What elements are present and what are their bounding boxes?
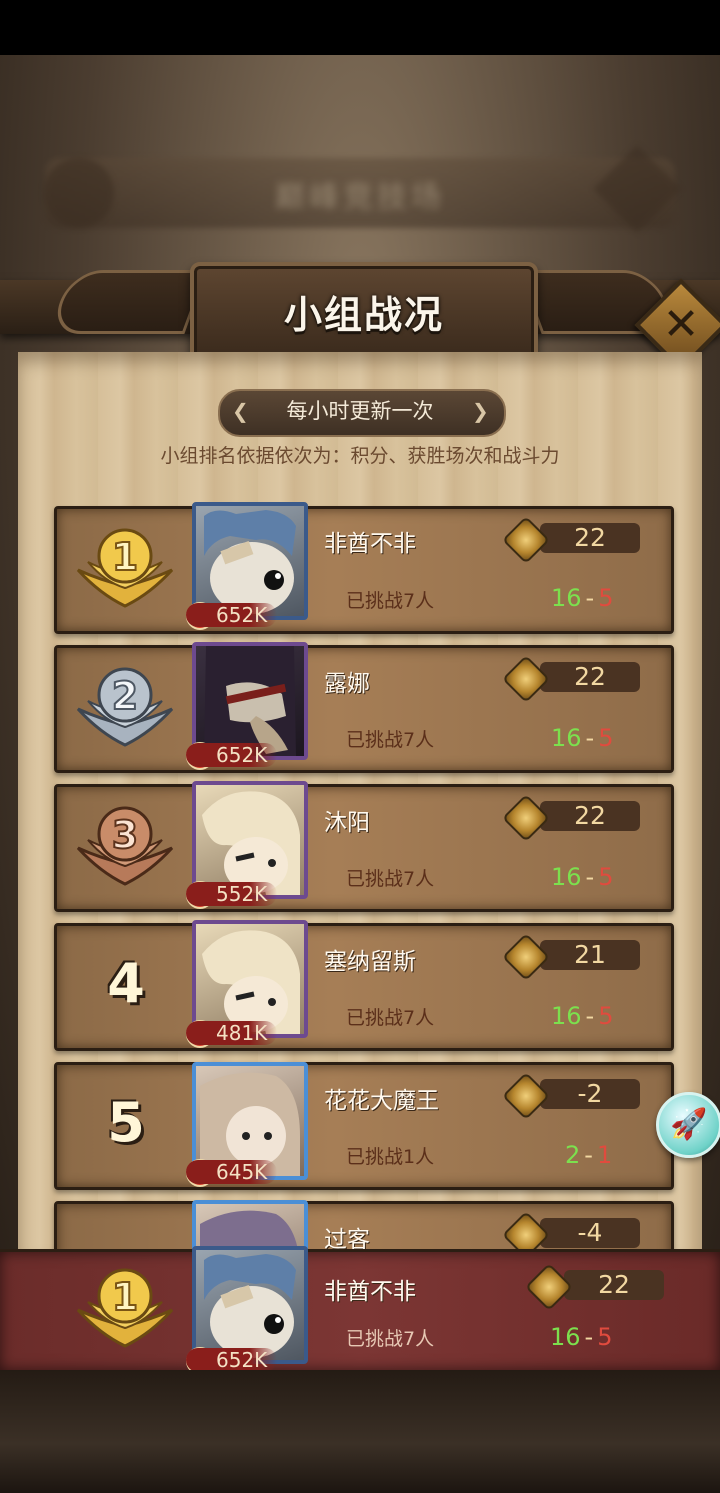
masked-knight-avatar [204, 510, 296, 614]
challenged-count: 已挑战7人 [346, 729, 435, 751]
rank-number: 4 [107, 952, 145, 1015]
background-title: 巅峰竞技场 [275, 180, 445, 215]
losses-value: 5 [597, 1323, 613, 1351]
win-loss-record: 16-5 [551, 724, 614, 752]
player-name: 沐阳 [324, 810, 370, 836]
ranking-rule-text: 小组排名依据依次为：积分、获胜场次和战斗力 [160, 445, 560, 467]
svg-text:1: 1 [112, 1275, 138, 1319]
challenged-count: 已挑战1人 [346, 1146, 435, 1168]
score-value: 22 [540, 523, 640, 553]
wins-value: 16 [550, 1323, 581, 1351]
masked-knight-avatar [204, 1254, 296, 1358]
svg-text:3: 3 [112, 813, 138, 857]
win-loss-record: 16-5 [551, 584, 614, 612]
player-name: 塞纳留斯 [324, 949, 416, 975]
challenged-count: 已挑战7人 [346, 1007, 435, 1029]
power-badge: 481K [186, 1021, 278, 1045]
status-bar [0, 0, 720, 55]
wins-value: 16 [551, 863, 582, 891]
rank-number: 5 [107, 1091, 145, 1154]
wins-value: 2 [565, 1141, 581, 1169]
close-icon[interactable]: ✕ [648, 292, 714, 358]
challenged-count: 已挑战7人 [346, 1328, 435, 1350]
power-badge: 652K [186, 1348, 278, 1372]
bronze-medal-icon: 3 [76, 806, 174, 886]
rocket-icon: 🚀 [670, 1107, 708, 1142]
svg-text:1: 1 [112, 535, 138, 579]
screen: 巅峰竞技场 小组战况 ✕ ❮ ❯ 每小时更新一次 小组排名依据依次为：积分、获胜… [0, 0, 720, 1493]
win-loss-record: 16-5 [551, 1002, 614, 1030]
plague-doctor-avatar [204, 646, 296, 756]
bottom-background [0, 1370, 720, 1493]
my-name: 非酋不非 [324, 1279, 416, 1305]
player-name: 花花大魔王 [324, 1088, 439, 1114]
wins-value: 16 [551, 724, 582, 752]
losses-value: 5 [598, 724, 614, 752]
score-value: 22 [540, 801, 640, 831]
player-name: 露娜 [324, 671, 370, 697]
rocket-button[interactable]: 🚀 [656, 1092, 720, 1158]
score-value: -4 [540, 1218, 640, 1248]
power-badge: 652K [186, 603, 278, 627]
gold-medal-icon: 1 [76, 528, 174, 608]
power-badge: 552K [186, 882, 278, 906]
losses-value: 5 [598, 1002, 614, 1030]
silver-medal-icon: 2 [76, 667, 174, 747]
win-loss-record: 16-5 [551, 863, 614, 891]
score-value: 22 [540, 662, 640, 692]
challenged-count: 已挑战7人 [346, 868, 435, 890]
my-score-value: 22 [564, 1270, 664, 1300]
wins-value: 16 [551, 584, 582, 612]
challenged-count: 已挑战7人 [346, 590, 435, 612]
blonde-hero-avatar [202, 930, 300, 1034]
power-badge: 652K [186, 743, 278, 767]
svg-text:2: 2 [112, 674, 138, 718]
power-badge: 645K [186, 1160, 278, 1184]
update-frequency-label: 每小时更新一次 [286, 399, 434, 423]
wins-value: 16 [551, 1002, 582, 1030]
win-loss-record: 16-5 [550, 1323, 613, 1351]
gold-medal-icon: 1 [76, 1268, 174, 1348]
score-value: -2 [540, 1079, 640, 1109]
my-avatar[interactable] [192, 1246, 308, 1364]
header-banner: 小组战况 [0, 262, 720, 362]
score-value: 21 [540, 940, 640, 970]
losses-value: 1 [596, 1141, 613, 1169]
player-name: 非酋不非 [324, 531, 416, 557]
win-loss-record: 2-1 [565, 1141, 613, 1169]
blonde-hero-avatar [202, 791, 300, 895]
page-title: 小组战况 [283, 293, 444, 337]
losses-value: 5 [598, 584, 614, 612]
losses-value: 5 [598, 863, 614, 891]
